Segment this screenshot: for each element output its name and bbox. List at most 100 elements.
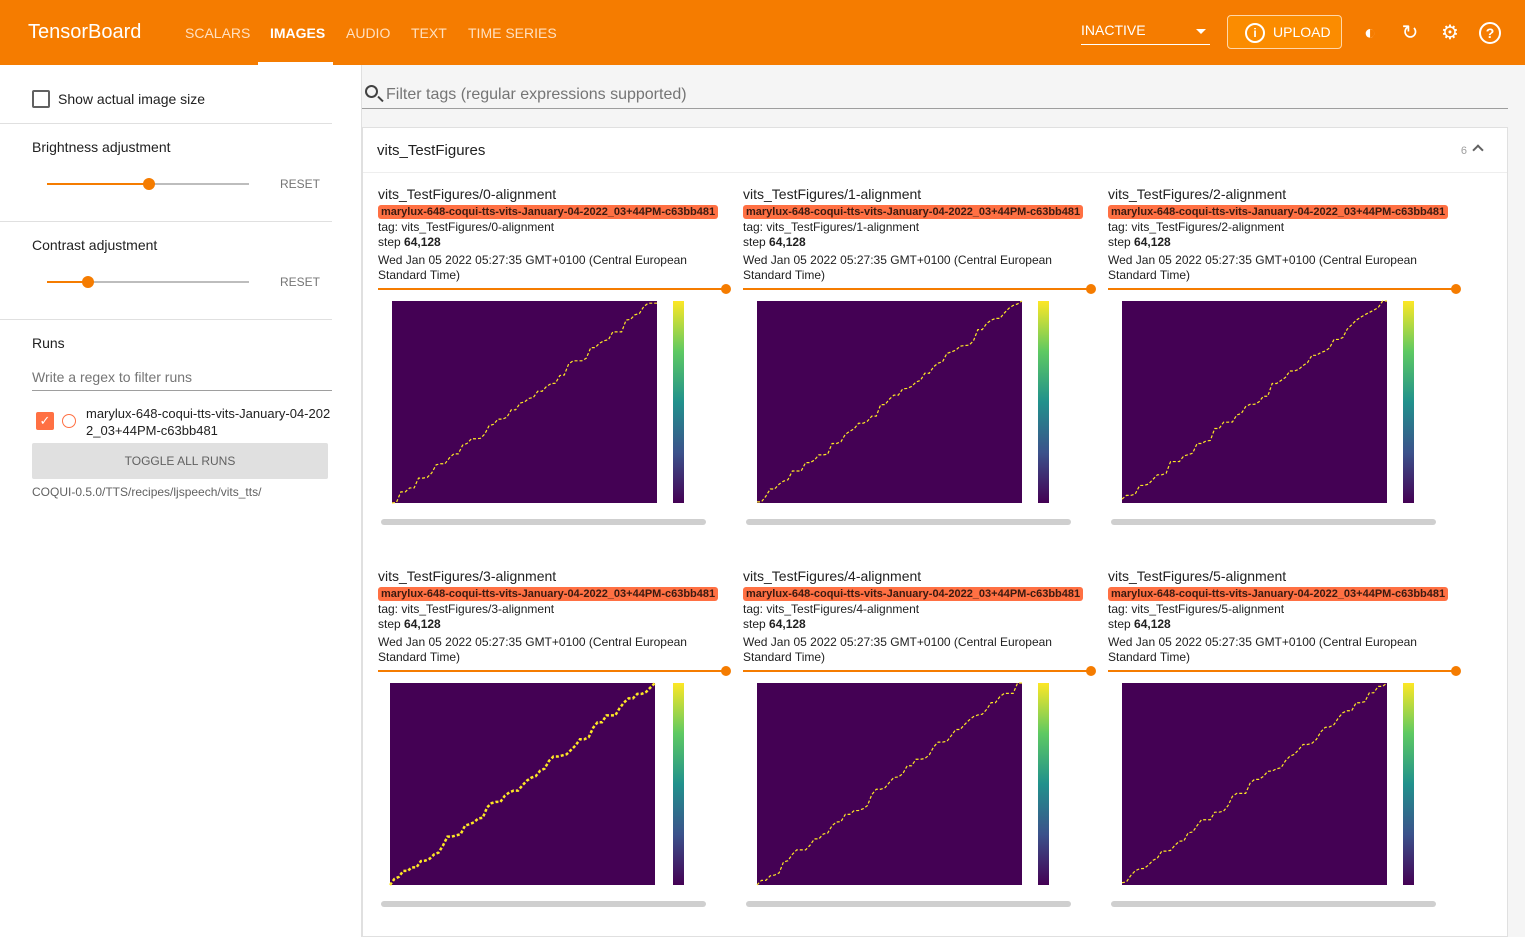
alignment-image bbox=[1121, 682, 1414, 885]
step-slider-thumb[interactable] bbox=[721, 666, 731, 676]
timestamp: Wed Jan 05 2022 05:27:35 GMT+0100 (Centr… bbox=[743, 253, 1052, 282]
step-slider[interactable] bbox=[743, 288, 1088, 290]
step-label: step bbox=[378, 617, 401, 631]
run-badge: marylux-648-coqui-tts-vits-January-04-20… bbox=[378, 205, 719, 219]
tag-count: 6 bbox=[1460, 145, 1467, 157]
image-tag: tag: vits_TestFigures/2-alignment bbox=[1108, 220, 1285, 234]
horizontal-scrollbar[interactable] bbox=[746, 519, 1071, 525]
image-card: vits_TestFigures/3-alignment marylux-648… bbox=[378, 568, 731, 918]
upload-button[interactable]: i UPLOAD bbox=[1227, 15, 1342, 49]
step-value: 64,128 bbox=[769, 617, 806, 631]
contrast-reset-button[interactable]: RESET bbox=[280, 275, 320, 289]
step-slider-thumb[interactable] bbox=[1086, 284, 1096, 294]
step-label: step bbox=[378, 235, 401, 249]
image-title: vits_TestFigures/2-alignment bbox=[1108, 186, 1287, 202]
alignment-image bbox=[388, 682, 684, 886]
main-content: Filter tags (regular expressions support… bbox=[362, 65, 1525, 937]
step-label: step bbox=[1108, 617, 1131, 631]
tag-group-card: vits_TestFigures 6 vits_TestFigures/0-al… bbox=[362, 127, 1508, 937]
tab-audio[interactable]: AUDIO bbox=[346, 25, 390, 41]
image-tag: tag: vits_TestFigures/1-alignment bbox=[743, 220, 920, 234]
tag-filter-input[interactable]: Filter tags (regular expressions support… bbox=[362, 81, 1508, 109]
alignment-image bbox=[757, 300, 1049, 503]
step-slider[interactable] bbox=[378, 288, 723, 290]
image-title: vits_TestFigures/3-alignment bbox=[378, 568, 557, 584]
image-card: vits_TestFigures/0-alignment marylux-648… bbox=[378, 186, 731, 536]
step-slider-thumb[interactable] bbox=[1086, 666, 1096, 676]
reload-icon[interactable]: ↻ bbox=[1399, 22, 1421, 44]
horizontal-scrollbar[interactable] bbox=[381, 901, 706, 907]
chevron-down-icon bbox=[1196, 29, 1206, 34]
brightness-reset-button[interactable]: RESET bbox=[280, 177, 320, 191]
logdir-path: COQUI-0.5.0/TTS/recipes/ljspeech/vits_tt… bbox=[32, 485, 262, 499]
colorbar bbox=[1038, 301, 1049, 503]
step-slider-thumb[interactable] bbox=[721, 284, 731, 294]
run-color-radio[interactable] bbox=[62, 414, 76, 428]
slider-thumb[interactable] bbox=[143, 178, 155, 190]
horizontal-scrollbar[interactable] bbox=[1111, 519, 1436, 525]
image-tag: tag: vits_TestFigures/0-alignment bbox=[378, 220, 555, 234]
plugin-selector[interactable]: INACTIVE bbox=[1081, 22, 1210, 45]
search-icon bbox=[365, 85, 378, 98]
tab-scalars[interactable]: SCALARS bbox=[185, 25, 250, 41]
plugin-selector-value: INACTIVE bbox=[1081, 22, 1146, 38]
image-card: vits_TestFigures/4-alignment marylux-648… bbox=[743, 568, 1096, 918]
step-slider-thumb[interactable] bbox=[1451, 666, 1461, 676]
image-title: vits_TestFigures/5-alignment bbox=[1108, 568, 1287, 584]
tag-filter-placeholder: Filter tags (regular expressions support… bbox=[386, 86, 687, 103]
step-slider[interactable] bbox=[378, 670, 723, 672]
run-badge: marylux-648-coqui-tts-vits-January-04-20… bbox=[378, 587, 719, 601]
tab-text[interactable]: TEXT bbox=[411, 25, 447, 41]
timestamp: Wed Jan 05 2022 05:27:35 GMT+0100 (Centr… bbox=[1108, 253, 1417, 282]
horizontal-scrollbar[interactable] bbox=[746, 901, 1071, 907]
contrast-slider[interactable] bbox=[47, 276, 249, 288]
run-badge: marylux-648-coqui-tts-vits-January-04-20… bbox=[743, 587, 1084, 601]
image-card: vits_TestFigures/5-alignment marylux-648… bbox=[1108, 568, 1461, 918]
colorbar bbox=[1038, 683, 1049, 885]
step-slider[interactable] bbox=[1108, 670, 1453, 672]
colorbar bbox=[673, 683, 684, 885]
run-badge: marylux-648-coqui-tts-vits-January-04-20… bbox=[1108, 587, 1449, 601]
image-card: vits_TestFigures/1-alignment marylux-648… bbox=[743, 186, 1096, 536]
toggle-all-runs-button[interactable]: TOGGLE ALL RUNS bbox=[32, 443, 328, 479]
run-filter-input[interactable]: Write a regex to filter runs bbox=[32, 361, 332, 391]
runs-heading: Runs bbox=[32, 335, 65, 351]
sidebar: Show actual image size Brightness adjust… bbox=[0, 65, 362, 937]
run-badge: marylux-648-coqui-tts-vits-January-04-20… bbox=[1108, 205, 1449, 219]
run-badge: marylux-648-coqui-tts-vits-January-04-20… bbox=[743, 205, 1084, 219]
tab-images[interactable]: IMAGES bbox=[270, 25, 325, 41]
run-checkbox[interactable]: ✓ bbox=[36, 412, 54, 430]
tab-time-series[interactable]: TIME SERIES bbox=[468, 25, 557, 41]
horizontal-scrollbar[interactable] bbox=[381, 519, 706, 525]
alignment-image bbox=[391, 301, 684, 504]
gear-icon[interactable]: ⚙ bbox=[1439, 22, 1461, 44]
step-label: step bbox=[743, 617, 766, 631]
run-name: marylux-648-coqui-tts-vits-January-04-20… bbox=[86, 406, 331, 438]
app-title: TensorBoard bbox=[28, 21, 142, 43]
alignment-heatmap bbox=[757, 301, 1022, 503]
step-value: 64,128 bbox=[404, 235, 441, 249]
alignment-image bbox=[756, 682, 1049, 886]
tag-group-header[interactable]: vits_TestFigures bbox=[363, 128, 1507, 173]
show-actual-size-checkbox[interactable] bbox=[32, 90, 50, 108]
timestamp: Wed Jan 05 2022 05:27:35 GMT+0100 (Centr… bbox=[378, 635, 687, 664]
info-icon: i bbox=[1245, 23, 1265, 43]
colorbar bbox=[1403, 301, 1414, 503]
brightness-slider[interactable] bbox=[47, 178, 249, 190]
step-slider[interactable] bbox=[743, 670, 1088, 672]
alignment-image bbox=[1121, 300, 1414, 503]
step-slider-thumb[interactable] bbox=[1451, 284, 1461, 294]
step-value: 64,128 bbox=[1134, 617, 1171, 631]
step-value: 64,128 bbox=[769, 235, 806, 249]
brightness-label: Brightness adjustment bbox=[32, 139, 171, 155]
brightness-icon[interactable]: ◐ bbox=[1359, 22, 1381, 44]
horizontal-scrollbar[interactable] bbox=[1111, 901, 1436, 907]
step-slider[interactable] bbox=[1108, 288, 1453, 290]
step-label: step bbox=[1108, 235, 1131, 249]
step-value: 64,128 bbox=[404, 617, 441, 631]
step-value: 64,128 bbox=[1134, 235, 1171, 249]
alignment-heatmap bbox=[757, 683, 1022, 885]
slider-thumb[interactable] bbox=[82, 276, 94, 288]
help-icon[interactable]: ? bbox=[1479, 22, 1501, 44]
upload-label: UPLOAD bbox=[1273, 24, 1331, 40]
